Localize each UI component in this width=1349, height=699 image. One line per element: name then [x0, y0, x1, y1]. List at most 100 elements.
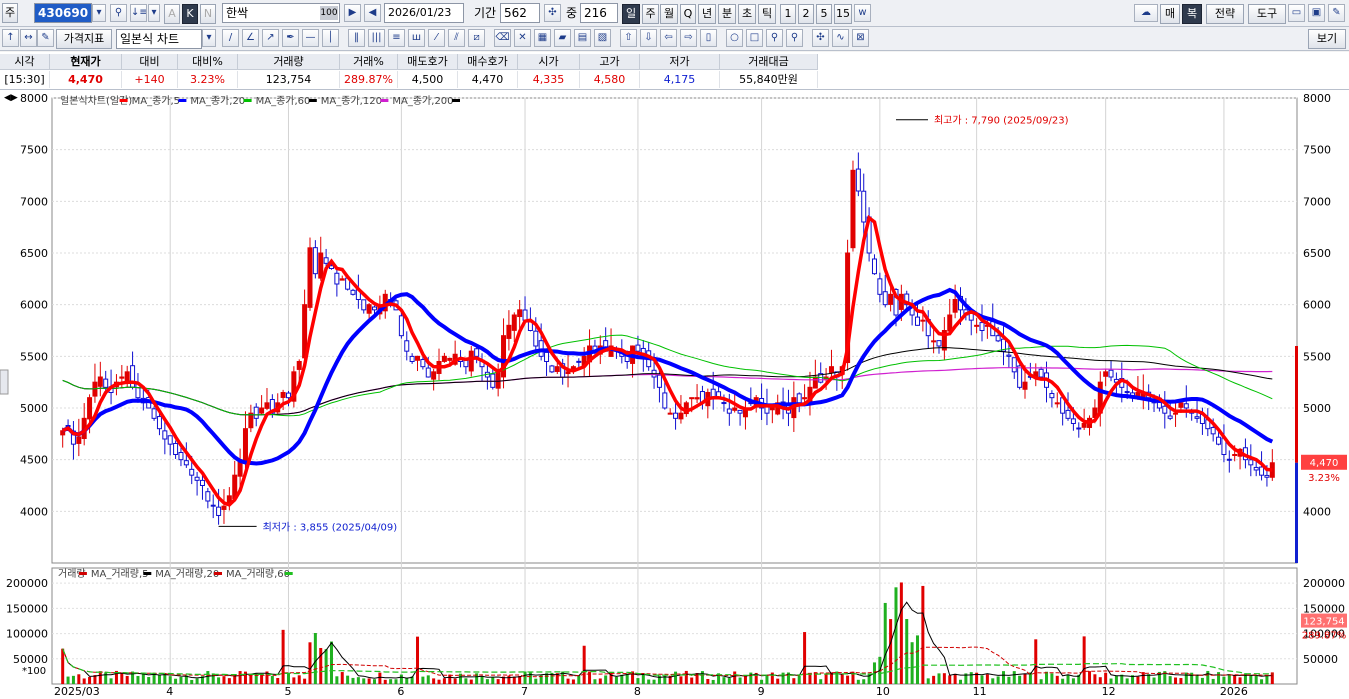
left-icon[interactable]: ⇦ — [660, 29, 677, 47]
circle-icon[interactable]: ○ — [726, 29, 743, 47]
report-icon[interactable]: ⊠ — [852, 29, 869, 47]
save-icon[interactable]: ▣ — [1308, 4, 1325, 22]
volume-bar — [260, 674, 264, 684]
a-button[interactable]: A — [164, 4, 180, 24]
period-button-5[interactable]: 분 — [718, 4, 736, 24]
period-button-6[interactable]: 초 — [738, 4, 756, 24]
candle-body — [947, 314, 953, 332]
crosshair-icon[interactable]: ✣ — [544, 4, 561, 22]
volume-bar — [453, 678, 457, 684]
period-input[interactable]: 562 — [500, 3, 540, 23]
fib-a-icon[interactable]: ⁄ — [428, 29, 445, 47]
period-button-8[interactable]: 1 — [780, 4, 796, 24]
sort-dropdown-icon[interactable]: ▾ — [148, 4, 160, 22]
edit-icon[interactable]: ✎ — [37, 29, 54, 47]
prev-stock-icon[interactable]: ◀ — [364, 4, 381, 22]
period-button-9[interactable]: 2 — [798, 4, 814, 24]
horizontal-line-icon[interactable]: — — [302, 29, 319, 47]
candle-body — [350, 289, 356, 295]
volume-bar — [840, 674, 844, 684]
quote-value-3: 3.23% — [178, 71, 238, 88]
grid-d-icon[interactable]: ш — [408, 29, 425, 47]
angle-icon[interactable]: ∠ — [242, 29, 259, 47]
candle-body — [861, 190, 867, 223]
vertical-line-icon[interactable]: │ — [322, 29, 339, 47]
n-button[interactable]: N — [200, 4, 216, 24]
candle-body — [318, 252, 324, 279]
select-color-icon[interactable]: ✕ — [514, 29, 531, 47]
candle-body — [372, 306, 378, 311]
pen-icon[interactable]: ✒ — [282, 29, 299, 47]
search-icon[interactable]: ⚲ — [110, 4, 127, 22]
view-button[interactable]: 보기 — [1308, 29, 1346, 49]
up-arrow-icon[interactable]: ↑ — [2, 29, 19, 47]
chart-type-select[interactable]: 일본식 차트 — [116, 29, 202, 49]
chart-type-dropdown-icon[interactable]: ▾ — [202, 29, 216, 47]
eraser-icon[interactable]: ⌫ — [494, 29, 511, 47]
volume-bar — [1007, 676, 1011, 684]
sort-icon[interactable]: ↓≡ — [130, 4, 147, 22]
period-button-1[interactable]: 주 — [642, 4, 659, 24]
period-button-10[interactable]: 5 — [816, 4, 832, 24]
period-button-0[interactable]: 일 — [622, 4, 640, 24]
period-button-7[interactable]: 틱 — [758, 4, 776, 24]
note-icon[interactable]: ▤ — [574, 29, 591, 47]
date-field[interactable]: 2026/01/23 — [384, 3, 464, 23]
period-button-2[interactable]: 월 — [660, 4, 678, 24]
volume-bar — [1082, 636, 1086, 684]
cloud-icon[interactable]: ☁ — [1134, 4, 1158, 22]
overlap-input[interactable]: 216 — [580, 3, 618, 23]
fill-icon[interactable]: ▦ — [534, 29, 551, 47]
quote-header-2: 대비 — [122, 54, 178, 70]
volume-tick-left: 200000 — [6, 577, 48, 590]
right-icon[interactable]: ⇨ — [680, 29, 697, 47]
zoom-icon[interactable]: ⚲ — [766, 29, 783, 47]
quote-value-4: 123,754 — [238, 71, 340, 88]
price-indicator-button[interactable]: 가격지표 — [56, 29, 112, 49]
square-icon[interactable]: □ — [746, 29, 763, 47]
cross-icon[interactable]: ✣ — [812, 29, 829, 47]
market-type-label[interactable]: 주 — [2, 3, 18, 23]
candle-body — [210, 504, 216, 507]
zoom-badge: 100 — [320, 6, 338, 20]
period-button-4[interactable]: 년 — [698, 4, 716, 24]
volume-bar — [179, 676, 183, 684]
volume-bar — [512, 676, 516, 684]
wave-icon[interactable]: ∿ — [832, 29, 849, 47]
move-icon[interactable]: ↔ — [20, 29, 37, 47]
grid-a-icon[interactable]: ‖ — [348, 29, 365, 47]
ray-icon[interactable]: ↗ — [262, 29, 279, 47]
candle-body — [871, 258, 877, 275]
paint-icon[interactable]: ▰ — [554, 29, 571, 47]
code-dropdown-icon[interactable]: ▾ — [92, 4, 106, 22]
settings-icon[interactable]: ✎ — [1328, 4, 1345, 22]
image-icon[interactable]: ▧ — [594, 29, 611, 47]
volume-bar — [313, 633, 317, 684]
tools-button[interactable]: 도구 — [1248, 4, 1286, 24]
period-button-3[interactable]: Q — [680, 4, 696, 24]
copy-button[interactable]: 복 — [1182, 4, 1202, 24]
volume-bar — [243, 671, 247, 684]
buy-button[interactable]: 매 — [1160, 4, 1180, 24]
k-button[interactable]: K — [182, 4, 198, 24]
fib-c-icon[interactable]: ⧄ — [468, 29, 485, 47]
line-icon[interactable]: / — [222, 29, 239, 47]
volume-bar — [394, 679, 398, 684]
grid-b-icon[interactable]: ||| — [368, 29, 385, 47]
folder-icon[interactable]: ▭ — [1288, 4, 1305, 22]
period-button-11[interactable]: 15 — [834, 4, 852, 24]
volume-bar — [416, 636, 420, 684]
grid-c-icon[interactable]: ≡ — [388, 29, 405, 47]
page-icon[interactable]: ▯ — [700, 29, 717, 47]
candle-body — [1049, 393, 1055, 399]
zoom-out-icon[interactable]: ⚲ — [786, 29, 803, 47]
volume-bar — [496, 679, 500, 684]
volume-bar — [1206, 670, 1210, 684]
up-icon[interactable]: ⇧ — [620, 29, 637, 47]
strategy-button[interactable]: 전략 — [1206, 4, 1244, 24]
next-stock-icon[interactable]: ▶ — [344, 4, 361, 22]
weekly-icon[interactable]: w — [854, 4, 871, 22]
down-icon[interactable]: ⇩ — [640, 29, 657, 47]
stock-code-input[interactable]: 430690 — [34, 3, 92, 23]
fib-b-icon[interactable]: ⫽ — [448, 29, 465, 47]
